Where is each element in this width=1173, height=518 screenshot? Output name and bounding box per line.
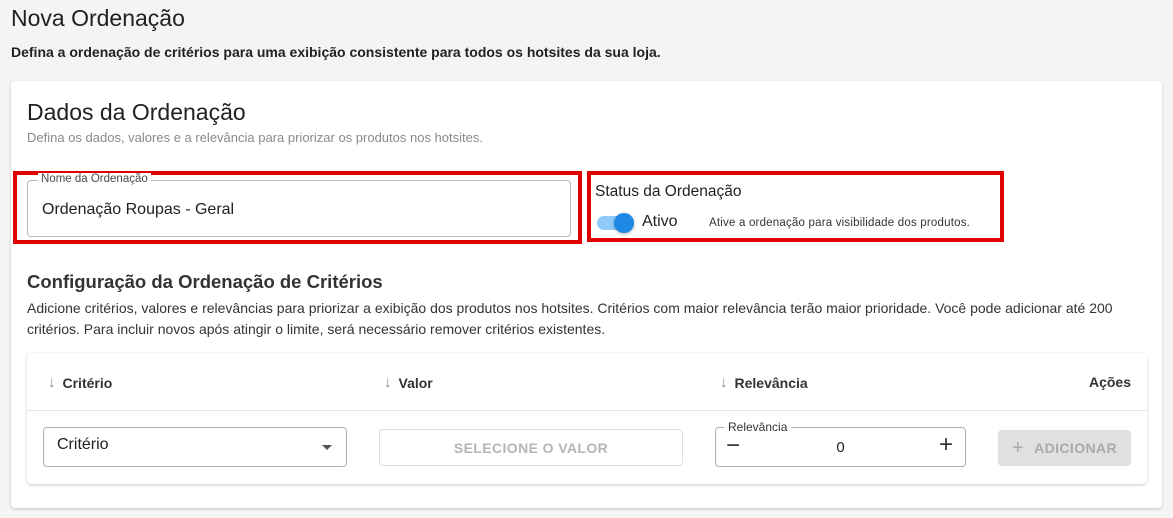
status-toggle-label: Ativo [642,213,678,230]
column-header-label: Relevância [734,374,808,391]
plus-icon: + [1011,437,1025,459]
page-subtitle: Defina a ordenação de critérios para uma… [11,44,661,60]
ordering-card: Dados da Ordenação Defina os dados, valo… [11,81,1162,508]
ordering-name-field[interactable]: Nome da Ordenação Ordenação Roupas - Ger… [27,173,571,237]
caret-down-icon [322,445,332,450]
column-header-criterio[interactable]: ↓ Critério [48,374,112,391]
add-button-label: ADICIONAR [1034,440,1118,456]
relevancia-value[interactable]: 0 [716,439,965,456]
status-highlight-box [587,171,1004,242]
relevancia-stepper[interactable]: Relevância − 0 + [715,420,966,467]
toggle-thumb [614,213,634,233]
ordering-name-value[interactable]: Ordenação Roupas - Geral [42,201,234,219]
column-header-valor[interactable]: ↓ Valor [384,374,433,391]
section-title-dados: Dados da Ordenação [27,99,246,125]
arrow-down-icon: ↓ [48,374,56,391]
page-title: Nova Ordenação [11,5,185,31]
criterio-select[interactable]: Critério [43,427,347,467]
status-toggle[interactable] [597,213,634,233]
plus-icon[interactable]: + [939,433,953,457]
criteria-table: ↓ Critério ↓ Valor ↓ Relevância Ações Cr… [27,353,1147,484]
section-title-config: Configuração da Ordenação de Critérios [27,271,383,292]
section-description-config: Adicione critérios, valores e relevância… [27,300,1113,337]
column-header-relevancia[interactable]: ↓ Relevância [720,374,808,391]
section-subtitle-dados: Defina os dados, valores e a relevância … [27,130,483,145]
add-criterio-button[interactable]: + ADICIONAR [998,430,1131,466]
arrow-down-icon: ↓ [384,374,392,391]
select-value-button[interactable]: SELECIONE O VALOR [379,429,683,466]
column-header-label: Valor [398,374,433,391]
ordering-name-label: Nome da Ordenação [38,173,151,185]
status-hint: Ative a ordenação para visibilidade dos … [709,217,971,229]
table-divider [27,410,1147,411]
criterio-select-value: Critério [57,436,109,453]
column-header-label: Critério [62,374,113,391]
arrow-down-icon: ↓ [720,374,728,391]
column-header-acoes: Ações [1088,374,1131,390]
status-label: Status da Ordenação [595,183,742,200]
